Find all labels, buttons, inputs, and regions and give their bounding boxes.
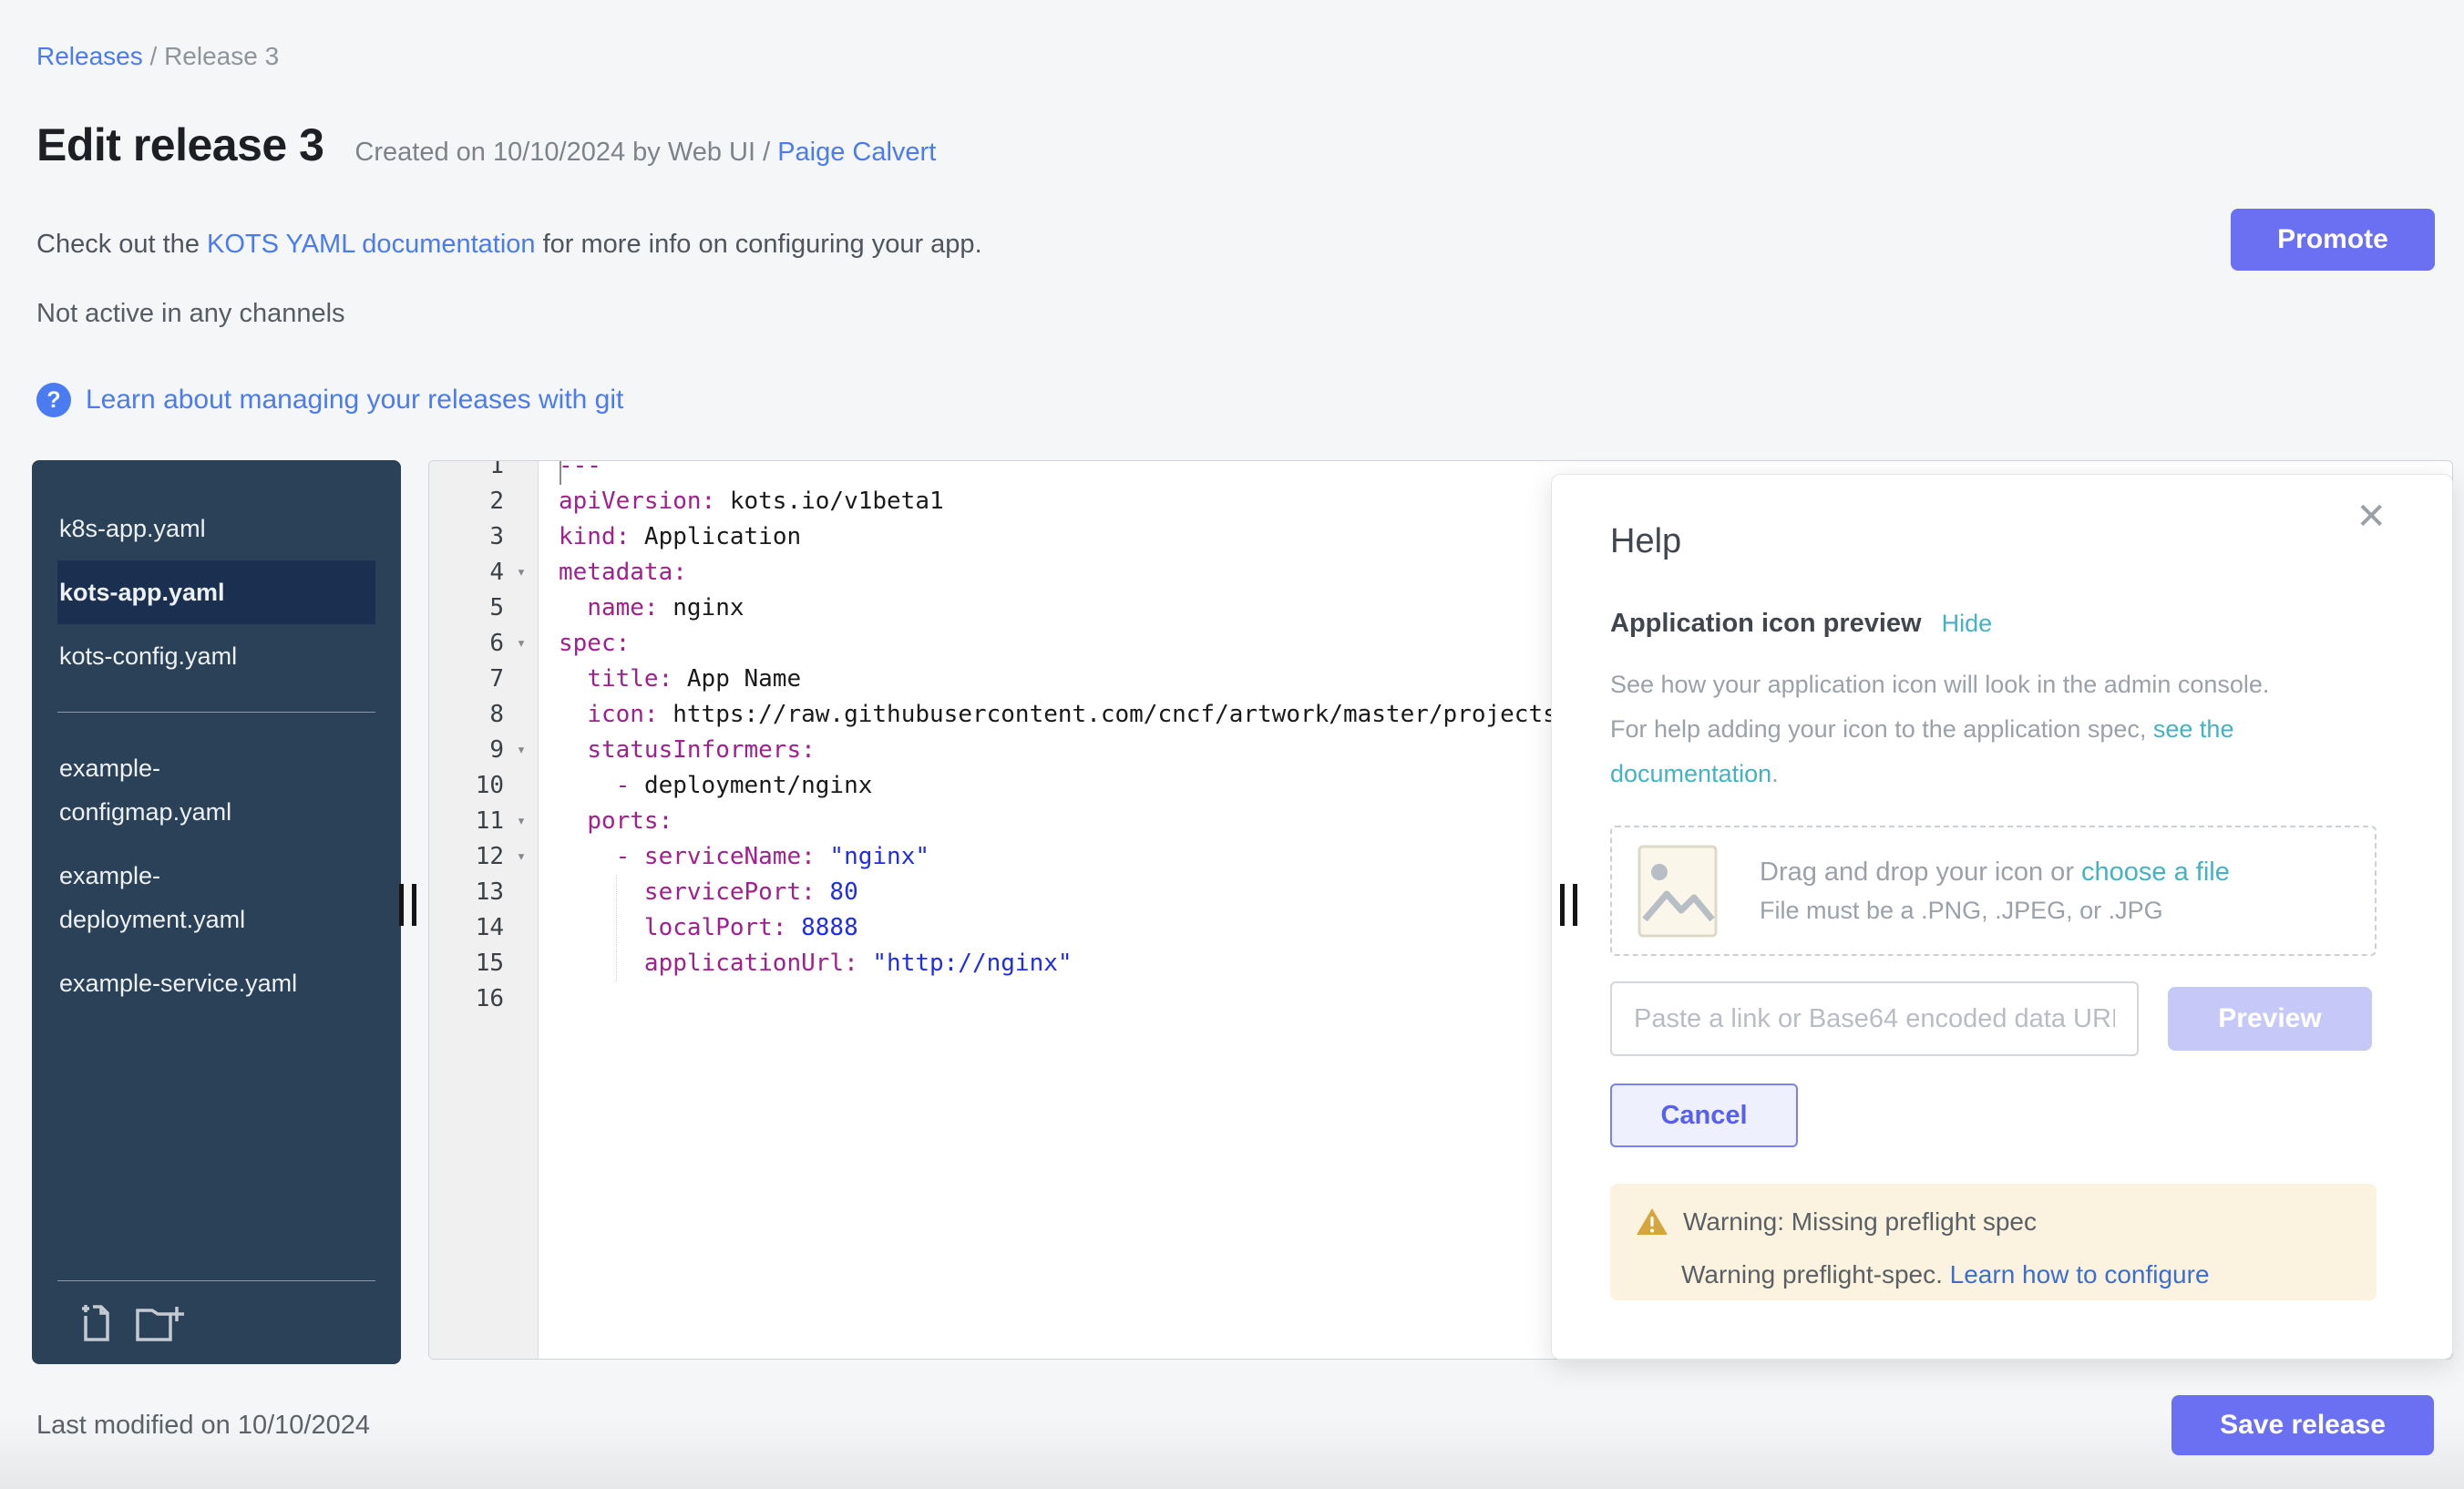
line-number: 8 <box>429 697 504 733</box>
sidebar-item-kots-config.yaml[interactable]: kots-config.yaml <box>57 624 318 688</box>
dropzone-hint: File must be a .PNG, .JPEG, or .JPG <box>1760 897 2230 925</box>
created-info: Created on 10/10/2024 by Web UI / Paige … <box>354 138 936 168</box>
icon-url-row: Preview <box>1610 981 2452 1056</box>
warning-triangle-icon <box>1636 1207 1668 1237</box>
promote-button[interactable]: Promote <box>2231 209 2435 271</box>
dropzone-text: Drag and drop your icon or choose a file… <box>1760 857 2230 925</box>
text-cursor <box>560 461 561 485</box>
fold-spacer <box>504 768 539 804</box>
channel-status: Not active in any channels <box>36 299 345 329</box>
section-title: Application icon preview <box>1610 609 1922 639</box>
fold-spacer <box>504 875 539 910</box>
breadcrumb: Releases / Release 3 <box>36 42 279 71</box>
doc-line: Check out the KOTS YAML documentation fo… <box>36 230 982 260</box>
title-row: Edit release 3 Created on 10/10/2024 by … <box>36 118 936 171</box>
fold-arrow-icon[interactable]: ▾ <box>504 733 539 768</box>
line-number: 5 <box>429 590 504 626</box>
fold-spacer <box>504 946 539 981</box>
fold-arrow-icon[interactable]: ▾ <box>504 804 539 839</box>
icon-dropzone[interactable]: Drag and drop your icon or choose a file… <box>1610 826 2377 956</box>
fold-spacer <box>504 697 539 733</box>
warning-title: Warning: Missing preflight spec <box>1683 1207 2037 1237</box>
sidebar-item-k8s-app.yaml[interactable]: k8s-app.yaml <box>57 497 318 560</box>
sidebar-divider <box>57 712 375 713</box>
line-number: 6 <box>429 626 504 662</box>
fold-arrow-icon[interactable]: ▾ <box>504 839 539 875</box>
page: Releases / Release 3 Edit release 3 Crea… <box>0 0 2464 1489</box>
file-sidebar: k8s-app.yamlkots-app.yamlkots-config.yam… <box>32 460 401 1364</box>
sidebar-item-example-service.yaml[interactable]: example-service.yaml <box>57 951 318 1015</box>
breadcrumb-releases-link[interactable]: Releases <box>36 42 143 70</box>
author-link[interactable]: Paige Calvert <box>777 138 936 167</box>
add-file-icon[interactable] <box>77 1303 114 1343</box>
image-placeholder-icon <box>1638 845 1718 938</box>
line-number: 1 <box>429 460 504 484</box>
line-number: 10 <box>429 768 504 804</box>
line-number: 4 <box>429 555 504 590</box>
breadcrumb-separator: / <box>150 42 165 70</box>
line-number: 15 <box>429 946 504 981</box>
last-modified: Last modified on 10/10/2024 <box>36 1411 370 1441</box>
hide-link[interactable]: Hide <box>1942 610 1993 638</box>
icon-preview-section: Application icon preview Hide <box>1610 609 2452 639</box>
git-releases-link[interactable]: Learn about managing your releases with … <box>86 385 623 416</box>
line-number: 14 <box>429 910 504 946</box>
sidebar-item-example-configmap.yaml[interactable]: example-configmap.yaml <box>57 736 318 844</box>
sidebar-item-kots-app.yaml[interactable]: kots-app.yaml <box>57 560 375 624</box>
line-number: 9 <box>429 733 504 768</box>
line-number: 2 <box>429 484 504 519</box>
fold-spacer <box>504 460 539 484</box>
git-help-row: ? Learn about managing your releases wit… <box>36 383 623 417</box>
line-number: 16 <box>429 981 504 1017</box>
help-panel: ✕ Help Application icon preview Hide See… <box>1551 474 2453 1360</box>
question-circle-icon: ? <box>36 383 71 417</box>
fold-arrow-icon[interactable]: ▾ <box>504 555 539 590</box>
fold-spacer <box>504 484 539 519</box>
line-number: 12 <box>429 839 504 875</box>
breadcrumb-current: Release 3 <box>164 42 279 70</box>
learn-configure-link[interactable]: Learn how to configure <box>1950 1260 2210 1289</box>
line-number: 11 <box>429 804 504 839</box>
preflight-warning: Warning: Missing preflight spec Warning … <box>1610 1184 2377 1300</box>
line-number: 7 <box>429 662 504 697</box>
help-title: Help <box>1610 522 2452 561</box>
save-release-button[interactable]: Save release <box>2171 1395 2434 1455</box>
line-number: 3 <box>429 519 504 555</box>
file-list: k8s-app.yamlkots-app.yamlkots-config.yam… <box>57 497 375 1015</box>
fold-spacer <box>504 590 539 626</box>
add-folder-icon[interactable] <box>134 1303 185 1343</box>
line-number: 13 <box>429 875 504 910</box>
help-description: See how your application icon will look … <box>1610 662 2303 796</box>
sidebar-footer <box>57 1280 375 1364</box>
warning-detail: Warning preflight-spec. Learn how to con… <box>1681 1257 2351 1293</box>
fold-spacer <box>504 519 539 555</box>
fold-spacer <box>504 981 539 1017</box>
kots-yaml-doc-link[interactable]: KOTS YAML documentation <box>207 230 536 259</box>
cancel-button[interactable]: Cancel <box>1610 1083 1798 1147</box>
choose-file-link[interactable]: choose a file <box>2081 857 2230 887</box>
indent-guide <box>616 875 617 981</box>
page-title: Edit release 3 <box>36 118 323 171</box>
preview-button[interactable]: Preview <box>2168 987 2372 1051</box>
fold-arrow-icon[interactable]: ▾ <box>504 626 539 662</box>
fold-spacer <box>504 910 539 946</box>
fold-spacer <box>504 662 539 697</box>
help-panel-resize-handle[interactable] <box>1560 884 1578 926</box>
sidebar-item-example-deployment.yaml[interactable]: example-deployment.yaml <box>57 844 318 951</box>
sidebar-resize-handle[interactable] <box>399 884 417 926</box>
icon-url-input[interactable] <box>1610 981 2139 1056</box>
close-icon[interactable]: ✕ <box>2356 498 2387 535</box>
